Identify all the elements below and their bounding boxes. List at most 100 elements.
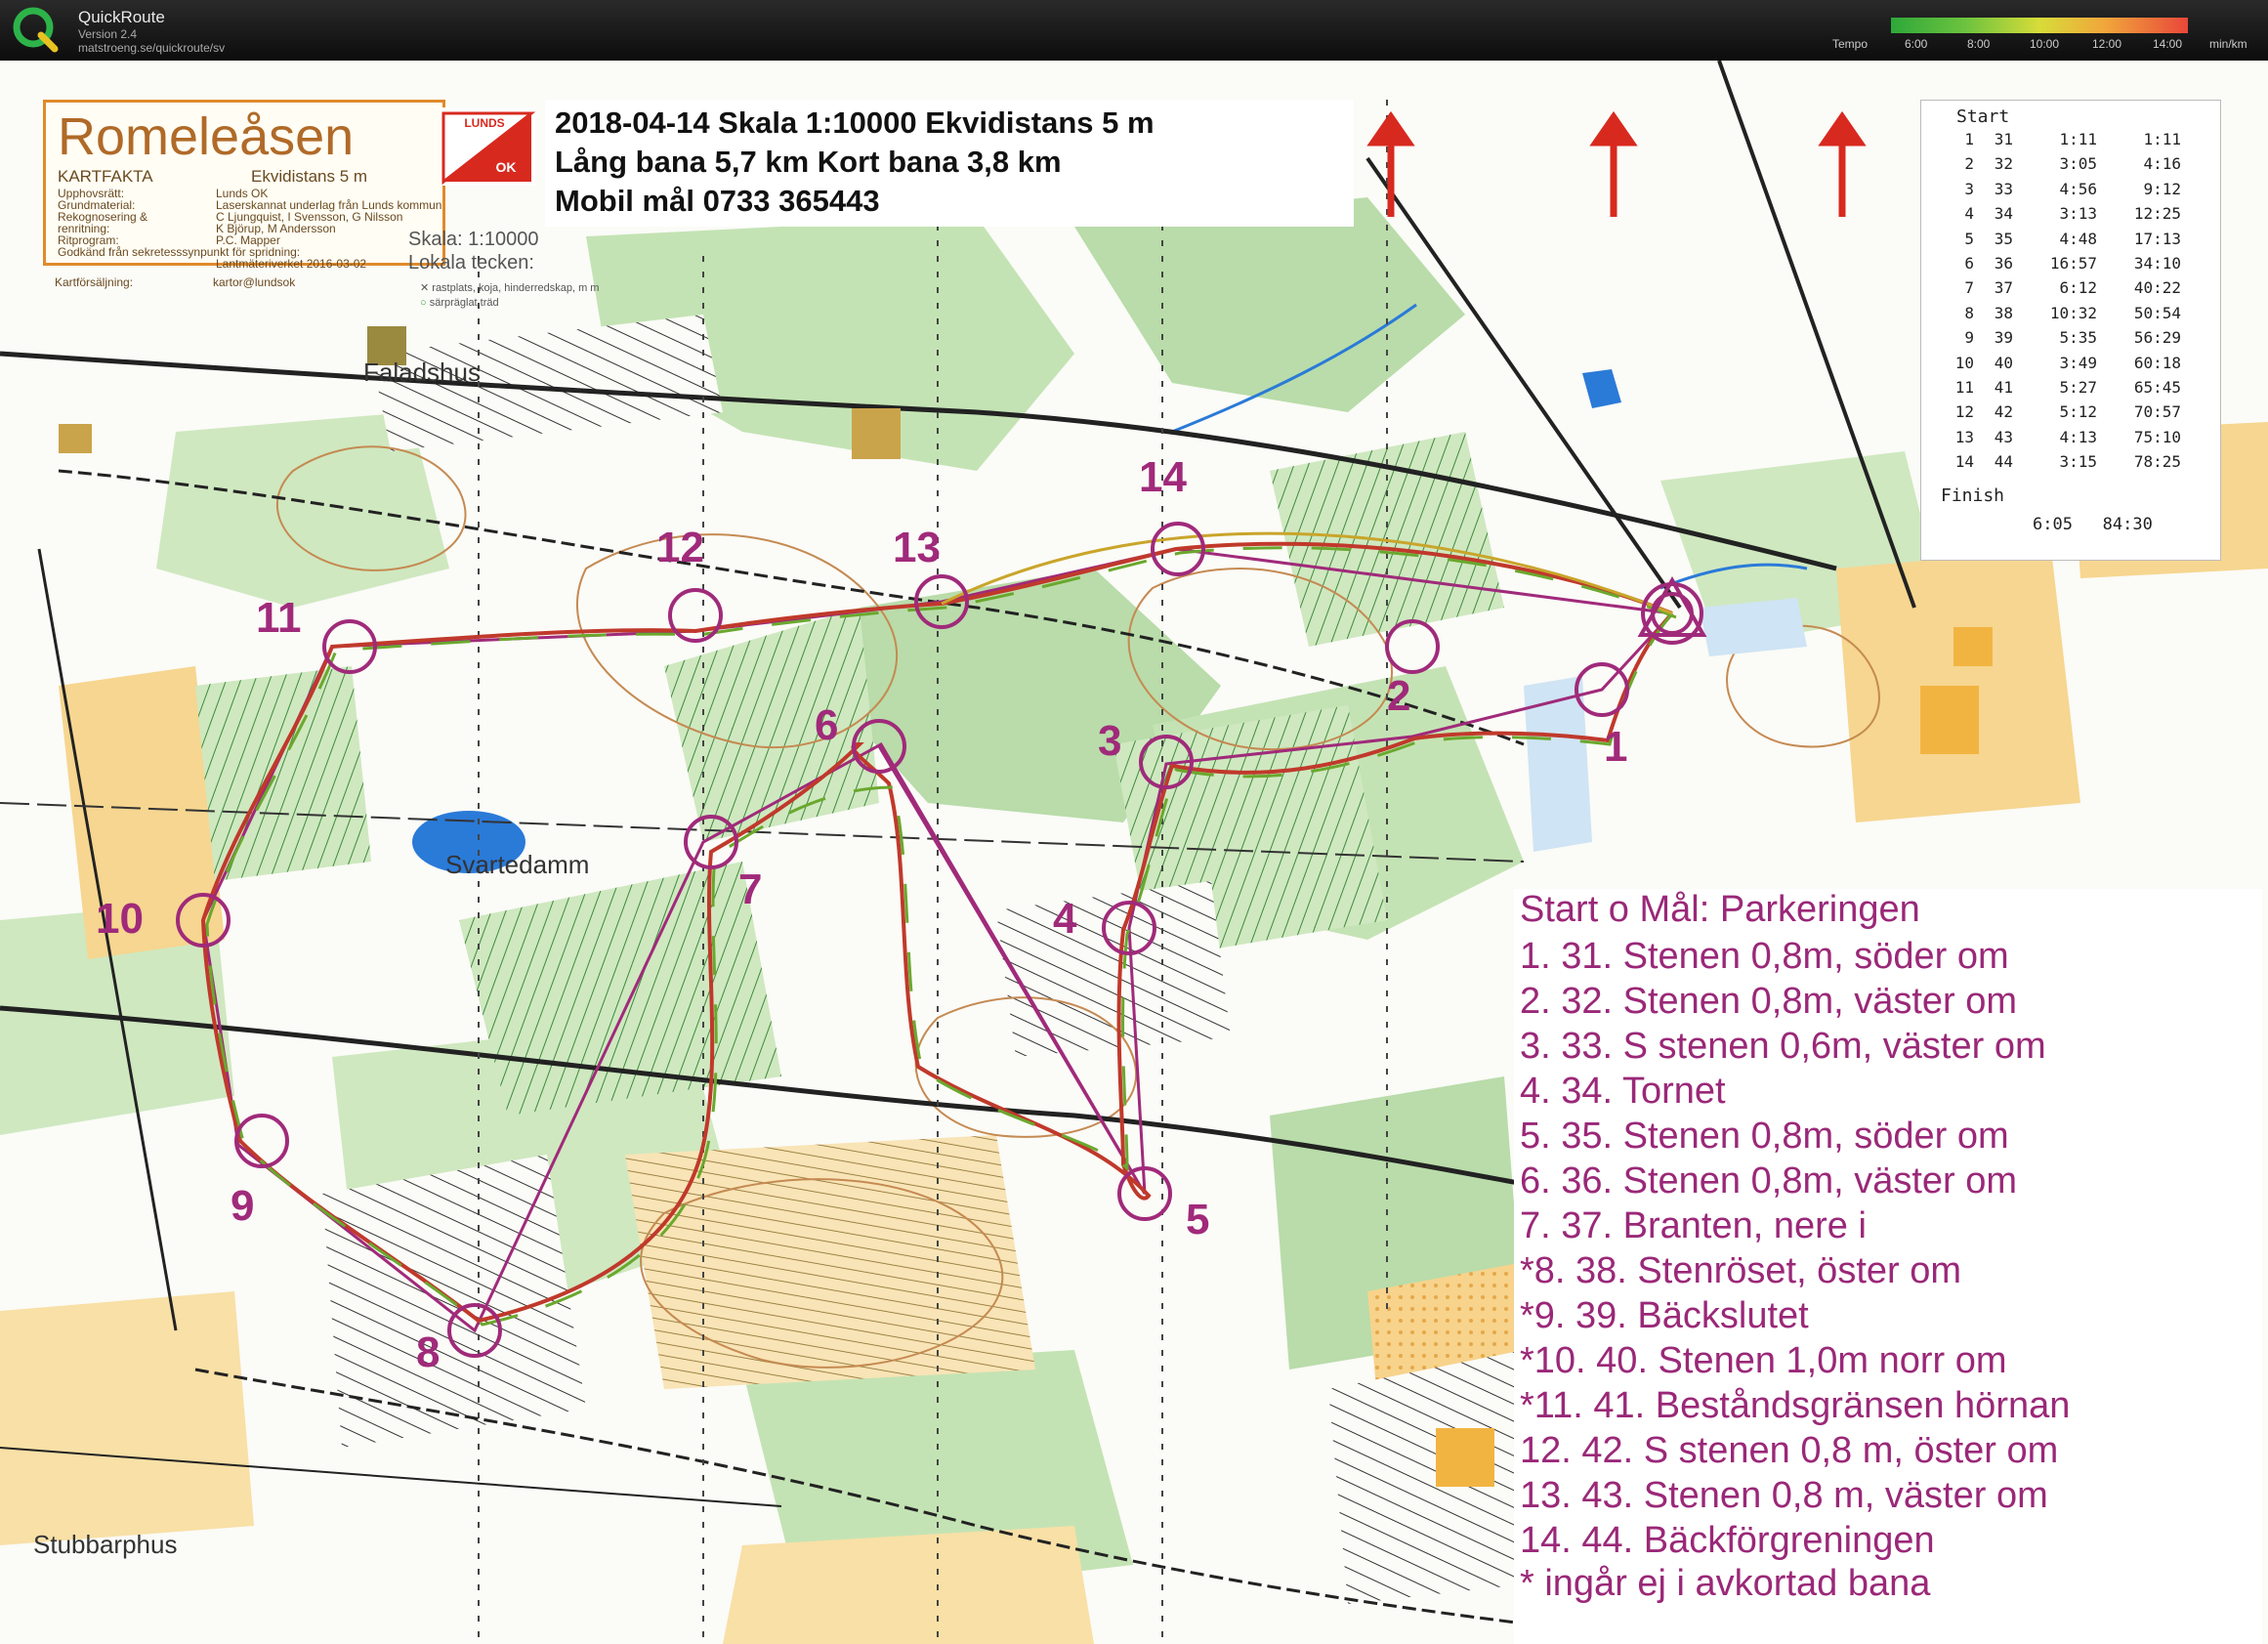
description-item: 13. 43. Stenen 0,8 m, väster om xyxy=(1520,1475,2048,1516)
tempo-color-scale xyxy=(1891,18,2188,33)
control-number: 6 xyxy=(815,701,839,749)
local-signs-label: Lokala tecken: xyxy=(408,252,534,274)
open-land xyxy=(723,1526,1094,1644)
split-row-times: 5:27 65:45 xyxy=(2059,378,2181,397)
tempo-tick: 8:00 xyxy=(1967,37,1991,51)
control-number: 4 xyxy=(1053,895,1077,943)
split-row-times: 5:35 56:29 xyxy=(2059,328,2181,348)
cross-icon: ✕ xyxy=(420,282,433,294)
split-row-times: 4:13 75:10 xyxy=(2059,427,2181,446)
tempo-tick: 12:00 xyxy=(2092,37,2122,51)
control-circle-12 xyxy=(668,588,723,643)
description-item: 4. 34. Tornet xyxy=(1520,1071,1726,1112)
split-row-control: 3 33 xyxy=(1964,179,2013,198)
split-row-control: 6 36 xyxy=(1964,254,2013,273)
splits-finish-times: 6:05 84:30 xyxy=(2033,515,2153,534)
split-row-times: 3:13 12:25 xyxy=(2059,204,2181,224)
kartfakta-label: KARTFAKTA xyxy=(58,167,153,186)
control-number: 14 xyxy=(1139,453,1187,501)
splits-finish-label: Finish xyxy=(1941,485,2005,506)
place-name-stubbarphus: Stubbarphus xyxy=(33,1530,178,1559)
split-row-control: 9 39 xyxy=(1964,328,2013,348)
place-name-faladshus: Faladshus xyxy=(363,358,481,387)
lunds-ok-logo: LUNDS OK xyxy=(440,107,535,186)
control-number: 3 xyxy=(1098,717,1122,765)
split-row-times: 1:11 1:11 xyxy=(2059,130,2181,148)
description-item: *8. 38. Stenröset, öster om xyxy=(1520,1250,1962,1291)
building xyxy=(1436,1428,1494,1487)
split-row-control: 1 31 xyxy=(1964,130,2013,148)
split-row-control: 2 32 xyxy=(1964,154,2013,174)
split-row-control: 12 42 xyxy=(1954,402,2013,422)
tempo-unit: min/km xyxy=(2209,37,2247,51)
description-item: 5. 35. Stenen 0,8m, söder om xyxy=(1520,1116,2009,1157)
app-version: Version 2.4 xyxy=(78,27,138,41)
app-url[interactable]: matstroeng.se/quickroute/sv xyxy=(78,41,225,55)
control-descriptions: Start o Mål: Parkeringen 1. 31. Stenen 0… xyxy=(1514,889,2262,1644)
marsh xyxy=(1700,598,1807,656)
orienteering-map[interactable]: Romeleåsen KARTFAKTA Ekvidistans 5 m Upp… xyxy=(0,61,2268,1644)
app-title-bar: QuickRoute Version 2.4 matstroeng.se/qui… xyxy=(0,0,2268,61)
young-forest xyxy=(459,862,781,1116)
control-number: 2 xyxy=(1387,672,1411,720)
description-item: 2. 32. Stenen 0,8m, väster om xyxy=(1520,981,2018,1022)
control-number: 8 xyxy=(416,1328,441,1376)
map-title: Romeleåsen xyxy=(58,107,355,166)
pond xyxy=(1582,369,1621,408)
contact-phone: Mobil mål 0733 365443 xyxy=(555,184,880,218)
split-row-times: 3:05 4:16 xyxy=(2059,154,2181,174)
split-row-control: 5 35 xyxy=(1964,229,2013,248)
logo-text-bottom: OK xyxy=(496,159,517,175)
description-item: *9. 39. Bäckslutet xyxy=(1520,1295,1809,1336)
description-item: *11. 41. Beståndsgränsen hörnan xyxy=(1520,1385,2071,1426)
split-row-control: 13 43 xyxy=(1954,427,2013,446)
splits-start-label: Start xyxy=(1956,106,2010,127)
north-arrow-icon xyxy=(1818,110,1867,217)
split-row-times: 3:49 60:18 xyxy=(2059,353,2181,372)
tempo-tick: 6:00 xyxy=(1905,37,1928,51)
control-number: 11 xyxy=(256,594,302,642)
description-item: 1. 31. Stenen 0,8m, söder om xyxy=(1520,936,2009,977)
young-forest xyxy=(664,608,879,842)
description-item: *10. 40. Stenen 1,0m norr om xyxy=(1520,1340,2007,1381)
control-number: 7 xyxy=(738,865,763,913)
app-name: QuickRoute xyxy=(78,8,165,26)
logo-text-top: LUNDS xyxy=(464,116,504,130)
control-number: 10 xyxy=(96,895,144,943)
course-lengths: Lång bana 5,7 km Kort bana 3,8 km xyxy=(555,145,1062,179)
building xyxy=(59,424,92,453)
legend-special-tree: ○ särpräglat träd xyxy=(420,297,499,309)
control-number: 9 xyxy=(231,1182,255,1230)
control-number: 13 xyxy=(893,524,941,571)
scale-text: Skala: 1:10000 xyxy=(408,229,539,250)
fact-row: Kartförsäljning: kartor@lundsok xyxy=(55,275,296,289)
split-row-control: 8 38 xyxy=(1964,303,2013,322)
control-number: 5 xyxy=(1186,1196,1210,1244)
event-date-scale: 2018-04-14 Skala 1:10000 Ekvidistans 5 m xyxy=(555,105,1155,140)
tempo-tick: 14:00 xyxy=(2153,37,2183,51)
split-row-control: 14 44 xyxy=(1954,452,2013,472)
control-number: 12 xyxy=(656,524,704,571)
split-row-control: 10 40 xyxy=(1954,353,2013,372)
north-arrow-icon xyxy=(1366,110,1415,217)
building xyxy=(1953,627,1993,666)
forest-area xyxy=(1074,197,1465,412)
split-row-times: 10:32 50:54 xyxy=(2049,303,2181,322)
plantation xyxy=(625,1135,1035,1389)
description-item: 7. 37. Branten, nere i xyxy=(1520,1205,1867,1246)
control-circle-2 xyxy=(1385,619,1440,674)
kartfakta-ekvidistans: Ekvidistans 5 m xyxy=(251,167,368,186)
scale-box: Skala: 1:10000 Lokala tecken: ✕ rastplat… xyxy=(408,229,623,336)
young-forest xyxy=(195,666,371,881)
open-land xyxy=(0,1291,254,1545)
description-title: Start o Mål: Parkeringen xyxy=(1520,889,1920,930)
tempo-label: Tempo xyxy=(1832,37,1869,51)
split-row-times: 4:56 9:12 xyxy=(2059,179,2181,198)
tempo-tick: 10:00 xyxy=(2030,37,2060,51)
building xyxy=(1920,686,1979,754)
split-row-times: 6:12 40:22 xyxy=(2059,278,2181,298)
legend-rest-area: ✕ rastplats, koja, hinderredskap, m m xyxy=(420,282,600,294)
description-item: 6. 36. Stenen 0,8m, väster om xyxy=(1520,1160,2018,1201)
north-arrow-icon xyxy=(1589,110,1638,217)
split-row-times: 3:15 78:25 xyxy=(2059,452,2181,472)
